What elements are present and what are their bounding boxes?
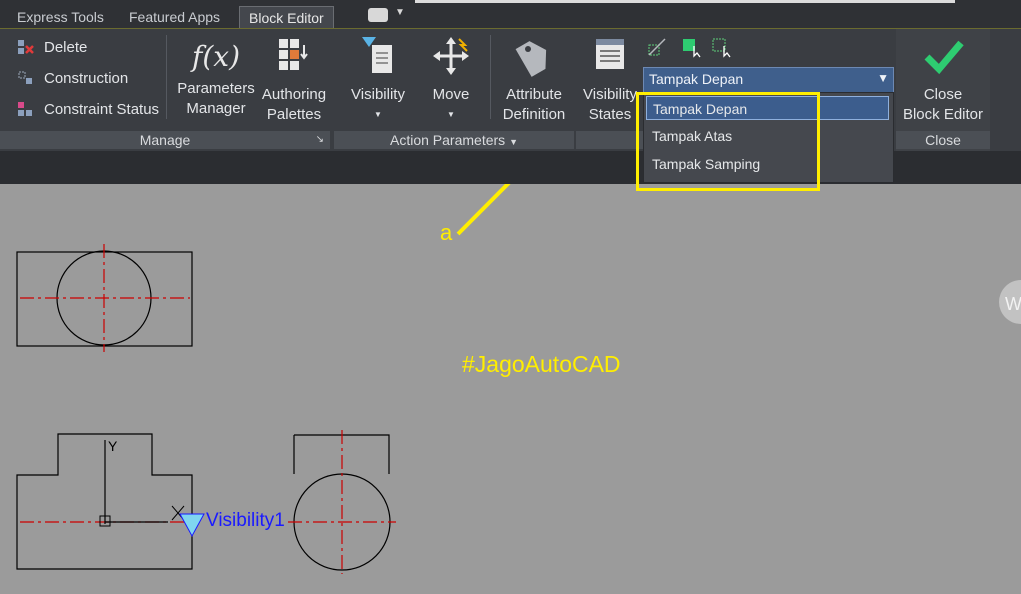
close-block-editor-label-2: Block Editor: [902, 106, 984, 123]
authoring-palettes-icon: [279, 39, 308, 70]
parameters-manager-label-2: Manager: [186, 100, 246, 117]
drawing-canvas[interactable]: [0, 184, 1021, 594]
action-parameters-panel: Visibility ▼ Move ▼ Attribute Definition…: [334, 29, 574, 151]
function-icon: f(x): [191, 40, 240, 73]
visibility-parameter-label[interactable]: Visibility1: [206, 510, 285, 532]
tab-express-tools[interactable]: Express Tools: [8, 6, 113, 29]
visibility-icon: [362, 37, 392, 73]
visibility-states-icon: [596, 39, 624, 69]
attribute-definition-label-1: Attribute: [506, 86, 562, 103]
visibility-states-label-2: States: [588, 106, 632, 123]
construction-label: Construction: [44, 69, 129, 87]
side-view-drawing: [288, 430, 396, 574]
delete-button[interactable]: Delete: [16, 38, 87, 56]
chevron-down-icon: ▼: [509, 137, 518, 147]
close-block-editor-button[interactable]: Close Block Editor: [898, 35, 988, 125]
construction-button[interactable]: Construction: [16, 69, 128, 87]
manage-panel-label: Manage: [139, 132, 191, 148]
separator: [490, 35, 491, 119]
panel-launcher-icon[interactable]: ↘: [316, 131, 324, 149]
top-view-drawing: [16, 244, 193, 352]
authoring-palettes-label-1: Authoring: [261, 86, 327, 103]
visibility-state-current: Tampak Depan: [649, 71, 744, 87]
watermark-text: #JagoAutoCAD: [462, 351, 621, 377]
chevron-down-icon: ▼: [447, 110, 455, 119]
constraint-status-label: Constraint Status: [44, 100, 160, 118]
make-invisible-icon[interactable]: [646, 36, 668, 58]
visibility-label: Visibility: [351, 86, 405, 103]
manage-panel-footer: Manage ↘: [0, 131, 330, 149]
edge-glyph: W: [1005, 294, 1021, 314]
checkmark-icon: [924, 40, 964, 75]
ucs-y-label: Y: [108, 438, 118, 454]
annotation-arrow: [456, 184, 511, 236]
constraint-status-icon: [18, 102, 32, 116]
separator: [166, 35, 167, 119]
chevron-down-icon[interactable]: ▼: [395, 7, 405, 18]
delete-icon: [18, 40, 34, 54]
authoring-palettes-button[interactable]: Authoring Palettes: [258, 35, 330, 125]
visibility-state-dropdown[interactable]: Tampak Depan ▼: [643, 67, 894, 93]
move-label: Move: [432, 86, 470, 103]
visibility-button[interactable]: Visibility ▼: [342, 35, 414, 125]
close-panel-footer: Close: [896, 131, 990, 149]
titlebar-edge: [415, 0, 955, 3]
close-panel-label: Close: [925, 132, 961, 148]
delete-label: Delete: [44, 38, 88, 56]
move-icon: [433, 37, 469, 75]
annotation-letter: a: [440, 220, 453, 245]
action-parameters-panel-footer[interactable]: Action Parameters ▼: [334, 131, 574, 149]
constraint-status-button[interactable]: Constraint Status: [16, 100, 159, 118]
action-parameters-panel-label: Action Parameters: [390, 132, 506, 148]
chevron-down-icon: ▼: [374, 110, 382, 119]
tab-block-editor[interactable]: Block Editor: [239, 6, 334, 30]
parameters-manager-button[interactable]: f(x) Parameters Manager: [176, 35, 256, 119]
front-view-drawing: [16, 433, 193, 570]
attribute-definition-button[interactable]: Attribute Definition: [494, 35, 574, 125]
visibility-mode-icon[interactable]: [710, 36, 732, 58]
authoring-palettes-label-2: Palettes: [266, 106, 322, 123]
move-button[interactable]: Move ▼: [420, 35, 482, 125]
close-panel: Close Block Editor Close: [896, 29, 990, 151]
highlight-box: [636, 92, 820, 191]
parameters-manager-label-1: Parameters: [177, 80, 255, 97]
attribute-definition-label-2: Definition: [502, 106, 566, 123]
close-block-editor-label-1: Close: [923, 86, 963, 103]
attribute-tag-icon: [515, 41, 547, 77]
minimize-ribbon-icon[interactable]: [368, 8, 388, 22]
manage-panel: Delete Construction Constraint Status f(…: [0, 29, 332, 151]
chevron-down-icon: ▼: [877, 71, 889, 85]
ribbon-tab-bar: Express Tools Featured Apps Block Editor…: [0, 0, 1021, 30]
visibility-grip-icon[interactable]: [179, 513, 205, 538]
make-visible-icon[interactable]: [680, 36, 702, 58]
visibility-states-button[interactable]: Visibility States: [578, 35, 642, 125]
visibility-states-label-1: Visibility: [583, 86, 637, 103]
construction-icon: [18, 71, 32, 84]
tab-featured-apps[interactable]: Featured Apps: [120, 6, 229, 29]
